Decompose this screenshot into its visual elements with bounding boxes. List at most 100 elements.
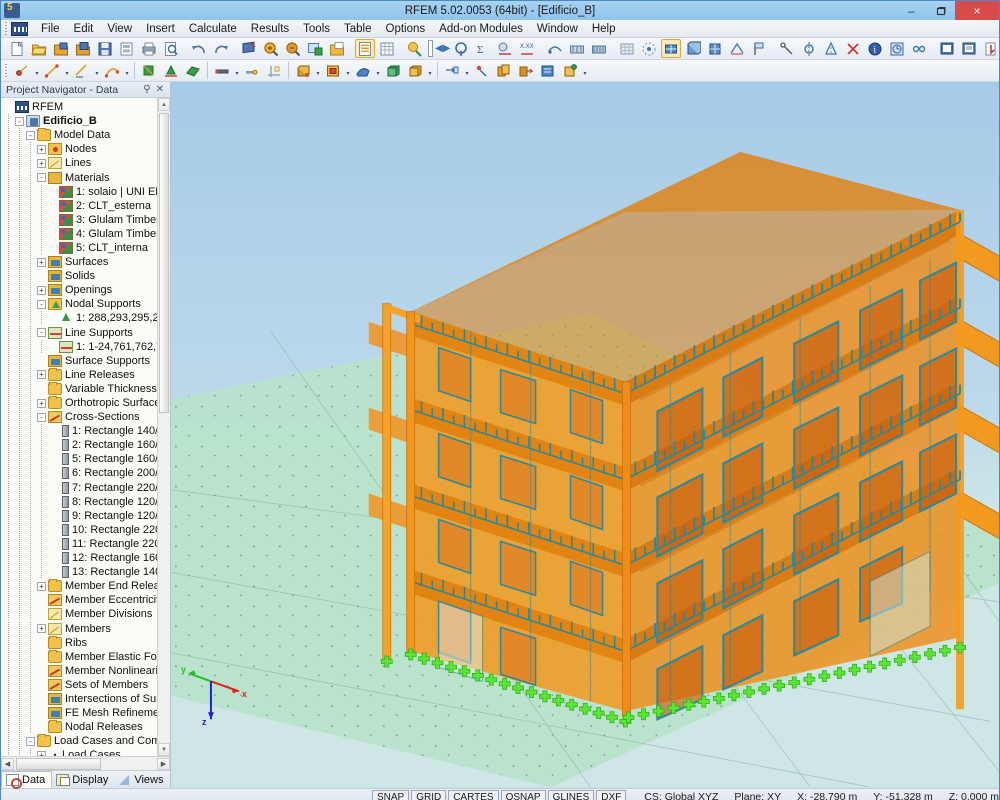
tree-item[interactable]: + Members [4, 621, 157, 636]
undo-button[interactable] [189, 39, 209, 58]
lc-next-button[interactable]: ▶ [443, 39, 451, 58]
xx-button[interactable]: X.XX [517, 39, 537, 58]
new-load-button[interactable] [383, 61, 403, 80]
view-cube-button[interactable] [683, 39, 703, 58]
expand-toggle-icon[interactable]: + [37, 257, 46, 267]
tab-data[interactable]: Data [1, 771, 53, 789]
tree-item[interactable]: + Member End Release [4, 579, 157, 594]
rfem-menu-icon[interactable] [11, 21, 28, 36]
print-preview-button[interactable] [161, 39, 181, 58]
model-viewport[interactable]: x y z [171, 82, 999, 788]
collapse-toggle-icon[interactable]: - [37, 299, 46, 309]
generate-dropdown[interactable]: ▾ [463, 61, 471, 80]
clock-button[interactable] [887, 39, 907, 58]
tree-item[interactable]: Ribs [4, 635, 157, 650]
table-grid-button[interactable] [377, 39, 397, 58]
tree-item[interactable]: 1: 288,293,295,297 [4, 311, 157, 326]
tree-item[interactable]: 5: Rectangle 160/2 [4, 452, 157, 467]
tree-item[interactable]: 7: Rectangle 220/2 [4, 480, 157, 495]
menu-calculate[interactable]: Calculate [182, 22, 244, 36]
tree-item[interactable]: 8: Rectangle 120/2 [4, 494, 157, 509]
scroll-left-button[interactable]: ◀ [1, 757, 14, 770]
toolbar-grip[interactable] [4, 63, 9, 78]
tree-item[interactable]: Solids [4, 269, 157, 284]
new-line-dropdown[interactable]: ▾ [63, 61, 71, 80]
view-cube2-button[interactable] [705, 39, 725, 58]
loads-button[interactable] [451, 39, 471, 58]
close-icon[interactable]: ✕ [156, 84, 164, 95]
new-solid-dropdown[interactable]: ▾ [314, 61, 322, 80]
render-button[interactable] [239, 39, 259, 58]
load-combination-select[interactable]: RC3 - LC1 + LC2 + RC1 + 0.5 ▼ [428, 40, 433, 57]
redo-button[interactable] [211, 39, 231, 58]
toggle-cartes[interactable]: CARTES [448, 790, 499, 800]
menu-results[interactable]: Results [244, 22, 296, 36]
mirror-button[interactable] [799, 39, 819, 58]
new-opening-button[interactable] [323, 61, 343, 80]
tree-item[interactable]: 11: Rectangle 220, [4, 536, 157, 551]
tab-display[interactable]: Display [52, 771, 114, 788]
dimension-button[interactable] [727, 39, 747, 58]
new-load2-dropdown[interactable]: ▾ [426, 61, 434, 80]
expand-toggle-icon[interactable]: + [37, 158, 46, 168]
expand-toggle-icon[interactable]: + [37, 285, 46, 295]
export-button[interactable] [981, 39, 999, 58]
tree-item[interactable]: Sets of Members [4, 677, 157, 692]
new-node-dropdown[interactable]: ▾ [33, 61, 41, 80]
tree-item[interactable]: + Lines [4, 156, 157, 171]
ortho-button[interactable] [661, 39, 682, 58]
settings-dropdown[interactable]: ▾ [581, 61, 589, 80]
tree-item[interactable]: - Nodal Supports [4, 297, 157, 312]
tree-item[interactable]: FE Mesh Refinements [4, 706, 157, 721]
nodal-support-button[interactable] [472, 61, 492, 80]
mesh-tool-button[interactable] [545, 39, 565, 58]
tree-item[interactable]: 12: Rectangle 160, [4, 551, 157, 566]
new-line-type-dropdown[interactable]: ▾ [93, 61, 101, 80]
scroll-right-button[interactable]: ▶ [157, 757, 170, 770]
menu-options[interactable]: Options [379, 22, 433, 36]
lc-prev-button[interactable]: ◀ [435, 39, 443, 58]
toggle-snap[interactable]: SNAP [371, 790, 410, 800]
tree-item[interactable]: Member Divisions [4, 607, 157, 622]
tree-item[interactable]: - Line Supports [4, 325, 157, 340]
open-recent-button[interactable] [51, 39, 71, 58]
scroll-thumb[interactable] [159, 113, 169, 413]
results-button[interactable] [405, 39, 425, 58]
new-thickness-button[interactable] [353, 61, 373, 80]
new-thickness-dropdown[interactable]: ▾ [374, 61, 382, 80]
printout2-button[interactable] [959, 39, 979, 58]
fe-mesh2-button[interactable] [589, 39, 609, 58]
expand-toggle-icon[interactable]: + [37, 144, 46, 154]
deform-button[interactable] [495, 39, 515, 58]
menu-window[interactable]: Window [530, 22, 585, 36]
new-node-button[interactable] [12, 61, 32, 80]
menu-insert[interactable]: Insert [139, 22, 182, 36]
tree-item[interactable]: - Cross-Sections [4, 410, 157, 425]
collapse-toggle-icon[interactable]: - [26, 130, 35, 140]
member-division-button[interactable] [264, 61, 284, 80]
tree-item[interactable]: + Nodes [4, 142, 157, 157]
copy-object-button[interactable] [494, 61, 514, 80]
menu-addon-modules[interactable]: Add-on Modules [432, 22, 530, 36]
new-line-type-button[interactable] [72, 61, 92, 80]
menu-table[interactable]: Table [337, 22, 379, 36]
expand-toggle-icon[interactable]: + [37, 370, 46, 380]
sum-loads-button[interactable]: Σ [473, 39, 493, 58]
tree-item[interactable]: - Materials [4, 170, 157, 185]
tree-item[interactable]: 2: Rectangle 160/2 [4, 438, 157, 453]
fe-mesh-button[interactable] [567, 39, 587, 58]
tree-item[interactable]: 1: Rectangle 140/ [4, 424, 157, 439]
generate-button[interactable] [442, 61, 462, 80]
tree-item[interactable]: 1: 1-24,761,762,76 [4, 339, 157, 354]
tree-item[interactable]: Member Elastic Foun [4, 649, 157, 664]
expand-toggle-icon[interactable]: + [37, 581, 46, 591]
tree-item[interactable]: - Load Cases and Combin [4, 734, 157, 749]
rotate-button[interactable] [843, 39, 863, 58]
tree-item[interactable]: Intersections of Surfa [4, 691, 157, 706]
info-button[interactable]: i [865, 39, 885, 58]
tab-views[interactable]: Views [114, 771, 169, 788]
tree-item[interactable]: 9: Rectangle 120/ [4, 508, 157, 523]
tree-item[interactable]: + Surfaces [4, 255, 157, 270]
save-all-button[interactable] [117, 39, 137, 58]
tree-item[interactable]: 2: CLT_esterna [4, 198, 157, 213]
